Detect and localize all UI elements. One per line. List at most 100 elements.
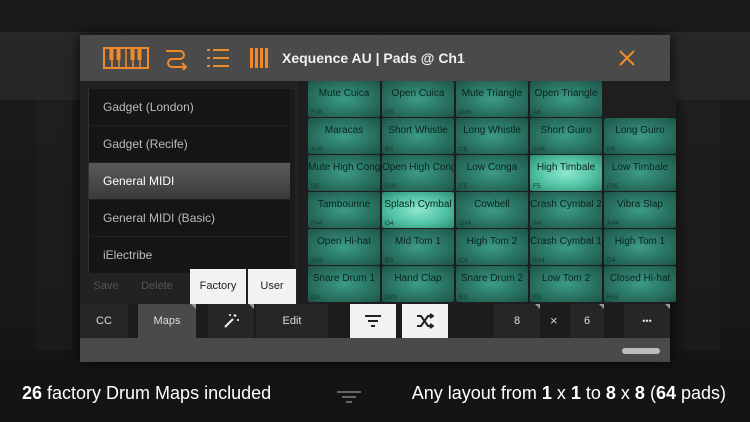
drum-pad[interactable]: Closed Hi-hat F#3 xyxy=(604,266,676,302)
shuffle-icon xyxy=(417,313,435,329)
pad-name: Short Whistle xyxy=(388,125,448,136)
pad-name: Open High Conga xyxy=(382,162,454,173)
drum-pad[interactable]: Mute Triangle G#6 xyxy=(456,81,528,117)
drum-pad[interactable]: Crash Cymbal 1 C#4 xyxy=(530,229,602,265)
drum-pad[interactable]: High Tom 1 D4 xyxy=(604,229,676,265)
drum-pad[interactable]: Vibra Slap A#4 xyxy=(604,192,676,228)
piano-keyboard-icon[interactable] xyxy=(102,43,150,73)
status-bar xyxy=(80,338,670,362)
maps-corner-indicator xyxy=(191,304,196,309)
scroll-handle[interactable] xyxy=(622,348,660,354)
pad-note: G6 xyxy=(385,109,394,116)
pad-note: F3 xyxy=(533,294,541,301)
map-item-gadget-london[interactable]: Gadget (London) xyxy=(88,89,290,125)
shuffle-button[interactable] xyxy=(402,304,448,338)
pad-name: Splash Cymbal xyxy=(384,199,452,210)
pad-name: Open Hi-hat xyxy=(317,236,371,247)
pad-note: A#3 xyxy=(311,257,323,264)
magic-wand-button[interactable] xyxy=(208,304,254,338)
drum-pad[interactable]: Crash Cymbal 2 A4 xyxy=(530,192,602,228)
pad-note: C4 xyxy=(459,257,468,264)
drum-pad[interactable]: Hand Clap D#3 xyxy=(382,266,454,302)
times-sign: × xyxy=(550,313,558,328)
routing-icon[interactable] xyxy=(162,43,190,73)
cc-button[interactable]: CC xyxy=(80,304,128,338)
pad-note: F#6 xyxy=(311,109,323,116)
save-button[interactable]: Save xyxy=(88,269,124,304)
pad-note: C6 xyxy=(459,146,468,153)
edit-button[interactable]: Edit xyxy=(256,304,328,338)
columns-stepper[interactable]: 8 xyxy=(494,304,540,338)
drum-pad[interactable]: Open High Conga D#5 xyxy=(382,155,454,191)
drum-pad[interactable]: Mute High Conga D5 xyxy=(308,155,380,191)
caption-right-6: 8 xyxy=(605,383,616,403)
drum-pad[interactable]: Open Hi-hat A#3 xyxy=(308,229,380,265)
drum-pad[interactable] xyxy=(604,81,676,117)
drum-pad[interactable]: Low Tom 2 F3 xyxy=(530,266,602,302)
drum-pad[interactable]: High Tom 2 C4 xyxy=(456,229,528,265)
pad-name: High Tom 1 xyxy=(614,236,666,247)
drum-pad[interactable]: Open Triangle A6 xyxy=(530,81,602,117)
drum-pad[interactable]: Low Conga E5 xyxy=(456,155,528,191)
pads-icon[interactable] xyxy=(248,43,270,73)
pad-note: F#4 xyxy=(311,220,323,227)
map-item-gadget-recife[interactable]: Gadget (Recife) xyxy=(88,126,290,162)
rows-stepper[interactable]: 6 xyxy=(570,304,604,338)
caption-right-7: x xyxy=(615,383,635,403)
pad-name: High Tom 2 xyxy=(466,236,518,247)
caption-right-3: x xyxy=(551,383,571,403)
close-icon[interactable] xyxy=(616,43,638,73)
drum-pad[interactable]: High Timbale F5 xyxy=(530,155,602,191)
pad-name: High Timbale xyxy=(536,162,596,173)
drum-pad[interactable]: Long Guiro D6 xyxy=(604,118,676,154)
drum-pad[interactable]: Snare Drum 2 E3 xyxy=(456,266,528,302)
drum-pad[interactable]: Long Whistle C6 xyxy=(456,118,528,154)
map-actions: Save Delete Factory User xyxy=(88,269,296,304)
magic-wand-icon xyxy=(224,314,239,328)
map-item-general-midi[interactable]: General MIDI xyxy=(88,163,290,199)
caption-right-1: Any layout from xyxy=(411,383,542,403)
pad-name: Cowbell xyxy=(474,199,510,210)
pads-window: Xequence AU | Pads @ Ch1 Gadget (London)… xyxy=(80,35,676,362)
drum-pad[interactable]: Low Timbale F#5 xyxy=(604,155,676,191)
pad-note: D5 xyxy=(311,183,320,190)
more-button[interactable]: ••• xyxy=(624,304,670,338)
map-item-ielectribe[interactable]: iElectribe xyxy=(88,237,290,273)
pad-note: F#5 xyxy=(607,183,619,190)
drum-pad[interactable]: Mid Tom 1 B3 xyxy=(382,229,454,265)
caption-right: Any layout from 1 x 1 to 8 x 8 (64 pads) xyxy=(412,383,726,404)
drum-pad[interactable]: Tambourine F#4 xyxy=(308,192,380,228)
drum-pad[interactable]: Short Whistle B5 xyxy=(382,118,454,154)
drum-pad[interactable]: Splash Cymbal G4 xyxy=(382,192,454,228)
pad-name: Snare Drum 2 xyxy=(460,273,524,284)
delete-button[interactable]: Delete xyxy=(124,269,190,304)
drum-pad[interactable]: Maracas A#5 xyxy=(308,118,380,154)
drum-map-list: Gadget (London) Gadget (Recife) General … xyxy=(88,89,290,274)
pad-name: Long Whistle xyxy=(463,125,521,136)
pad-note: F5 xyxy=(533,183,541,190)
pad-name: Hand Clap xyxy=(394,273,442,284)
caption-right-9: ( xyxy=(644,383,656,403)
maps-label: Maps xyxy=(153,315,181,327)
user-button[interactable]: User xyxy=(248,269,296,304)
pad-name: Tambourine xyxy=(317,199,371,210)
pad-name: Vibra Slap xyxy=(617,199,663,210)
list-icon[interactable] xyxy=(204,43,232,73)
drum-pad[interactable]: Snare Drum 1 D3 xyxy=(308,266,380,302)
drum-pad[interactable]: Cowbell G#4 xyxy=(456,192,528,228)
pad-note: G#6 xyxy=(459,109,472,116)
drum-pad[interactable]: Open Cuica G6 xyxy=(382,81,454,117)
filter-button[interactable] xyxy=(350,304,396,338)
pad-name: Crash Cymbal 1 xyxy=(530,236,602,247)
factory-button[interactable]: Factory xyxy=(190,269,246,304)
pad-note: G#4 xyxy=(459,220,472,227)
map-item-general-midi-basic[interactable]: General MIDI (Basic) xyxy=(88,200,290,236)
pad-note: E3 xyxy=(459,294,467,301)
drum-pad[interactable]: Short Guiro C#6 xyxy=(530,118,602,154)
drum-pad[interactable]: Mute Cuica F#6 xyxy=(308,81,380,117)
pad-name: Mid Tom 1 xyxy=(395,236,441,247)
maps-button[interactable]: Maps xyxy=(138,304,196,338)
caption-left: 26 factory Drum Maps included xyxy=(22,383,271,404)
pad-note: B5 xyxy=(385,146,393,153)
pad-note: D#5 xyxy=(385,183,397,190)
